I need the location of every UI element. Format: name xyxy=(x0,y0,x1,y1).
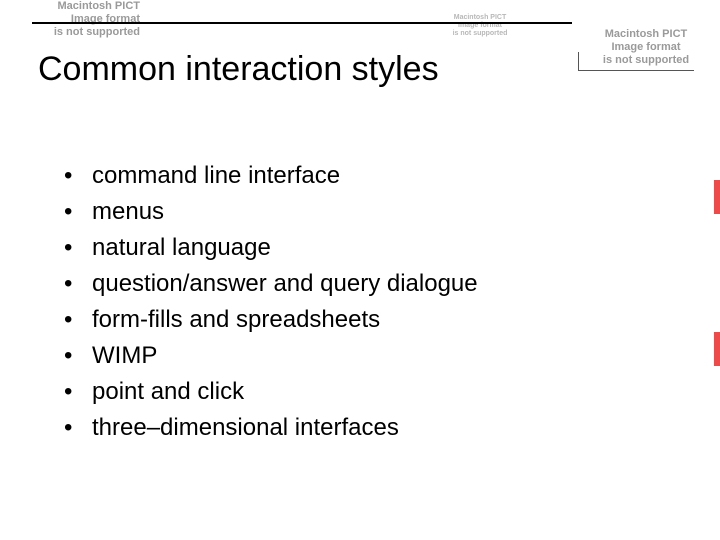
top-rule xyxy=(32,22,572,24)
pict-unsupported-top-left: Macintosh PICT Image format is not suppo… xyxy=(0,0,140,39)
list-item: command line interface xyxy=(64,158,478,194)
list-item: point and click xyxy=(64,374,478,410)
corner-frame xyxy=(578,52,694,71)
list-item: WIMP xyxy=(64,338,478,374)
list-item: natural language xyxy=(64,230,478,266)
list-item: form-fills and spreadsheets xyxy=(64,302,478,338)
pict-unsupported-top-mid: Macintosh PICT Image format is not suppo… xyxy=(390,14,570,38)
slide-title: Common interaction styles xyxy=(38,50,439,89)
red-edge-artifact xyxy=(714,180,720,214)
list-item: three–dimensional interfaces xyxy=(64,410,478,446)
list-item: question/answer and query dialogue xyxy=(64,266,478,302)
bullet-list: command line interface menus natural lan… xyxy=(64,158,478,446)
list-item: menus xyxy=(64,194,478,230)
red-edge-artifact xyxy=(714,332,720,366)
